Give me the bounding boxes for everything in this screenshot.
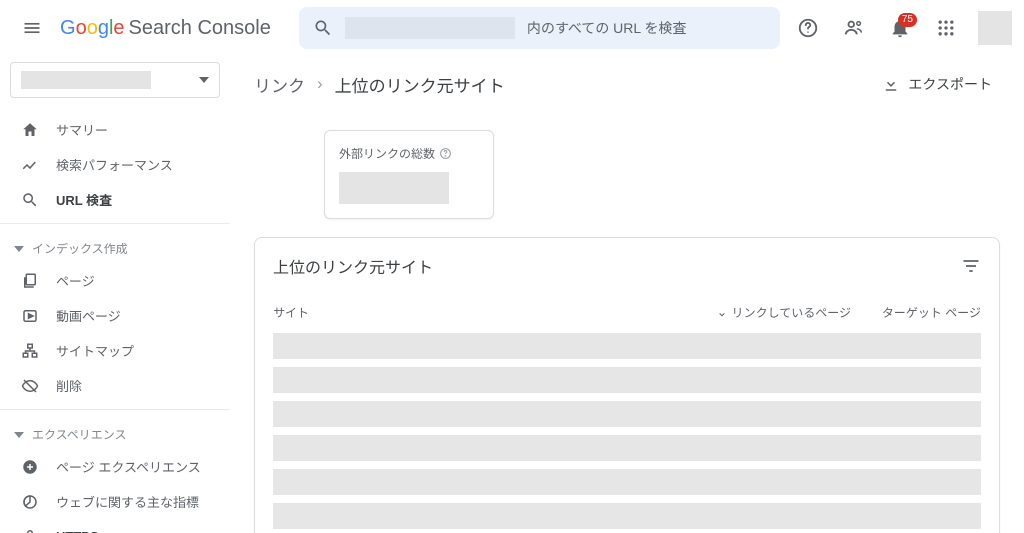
chevron-down-icon (199, 77, 209, 83)
sidebar-section-indexing[interactable]: インデックス作成 (0, 230, 230, 263)
breadcrumb: リンク › 上位のリンク元サイト (254, 72, 505, 97)
chevron-down-icon (14, 246, 24, 252)
users-button[interactable] (834, 8, 874, 48)
sidebar-item-pages[interactable]: ページ (0, 263, 222, 298)
sidebar-item-page-experience[interactable]: ページ エクスペリエンス (0, 449, 222, 484)
table-row[interactable] (273, 333, 981, 359)
breadcrumb-current: 上位のリンク元サイト (335, 72, 505, 97)
sidebar-item-removals[interactable]: 削除 (0, 368, 222, 403)
trend-icon (20, 156, 40, 174)
search-icon (313, 18, 333, 38)
sidebar-item-url-inspect[interactable]: URL 検査 (0, 182, 222, 217)
table-row[interactable] (273, 367, 981, 393)
app-header: Google Search Console 内のすべての URL を検査 75 (0, 0, 1024, 56)
stat-label: 外部リンクの総数 (339, 145, 479, 162)
table-row[interactable] (273, 435, 981, 461)
sidebar-item-https[interactable]: HTTPS (0, 519, 222, 533)
table-title: 上位のリンク元サイト (273, 254, 433, 278)
download-icon (882, 75, 900, 93)
sidebar-item-label: HTTPS (56, 529, 99, 533)
product-name: Search Console (129, 17, 271, 40)
breadcrumb-root[interactable]: リンク (254, 72, 305, 97)
gauge-icon (20, 493, 40, 511)
table-row[interactable] (273, 469, 981, 495)
section-label: インデックス作成 (32, 240, 128, 257)
lock-icon (20, 527, 40, 533)
export-button[interactable]: エクスポート (874, 68, 1000, 100)
sidebar: サマリー 検索パフォーマンス URL 検査 インデックス作成 ページ 動画ページ… (0, 56, 230, 533)
apps-grid-icon (936, 18, 956, 38)
header-actions: 75 (788, 8, 1012, 48)
help-icon (797, 17, 819, 39)
sidebar-item-label: ページ (56, 271, 95, 290)
table-rows (273, 333, 981, 533)
eye-off-icon (20, 377, 40, 395)
stat-value-redacted (339, 172, 449, 204)
chevron-down-icon (14, 432, 24, 438)
sitemap-icon (20, 342, 40, 360)
column-headers: サイト リンクしているページ ターゲット ページ (273, 296, 981, 333)
notification-badge: 75 (898, 13, 917, 27)
sidebar-item-core-web-vitals[interactable]: ウェブに関する主な指標 (0, 484, 222, 519)
sidebar-section-experience[interactable]: エクスペリエンス (0, 416, 230, 449)
search-property-redacted (345, 17, 515, 39)
top-linking-sites-table: 上位のリンク元サイト サイト リンクしているページ ターゲット ページ (254, 237, 1000, 533)
search-placeholder: 内のすべての URL を検査 (527, 18, 687, 38)
video-icon (20, 307, 40, 325)
chevron-right-icon: › (317, 74, 323, 94)
plus-circle-icon (20, 458, 40, 476)
notifications-button[interactable]: 75 (880, 8, 920, 48)
property-name-redacted (21, 71, 151, 89)
hamburger-menu-button[interactable] (12, 8, 52, 48)
filter-icon (961, 256, 981, 276)
apps-button[interactable] (926, 8, 966, 48)
breadcrumb-row: リンク › 上位のリンク元サイト エクスポート (254, 56, 1000, 112)
main-content: リンク › 上位のリンク元サイト エクスポート 外部リンクの総数 上位のリンク元… (230, 56, 1024, 533)
property-selector[interactable] (10, 62, 220, 98)
sidebar-item-label: URL 検査 (56, 190, 112, 209)
filter-button[interactable] (961, 256, 981, 276)
column-linking-pages[interactable]: リンクしているページ (691, 304, 851, 321)
search-icon (20, 191, 40, 209)
arrow-down-icon (716, 307, 728, 319)
menu-icon (22, 18, 42, 38)
product-logo[interactable]: Google Search Console (60, 17, 271, 40)
sidebar-item-video-pages[interactable]: 動画ページ (0, 298, 222, 333)
google-logo: Google (60, 17, 125, 40)
users-icon (843, 17, 865, 39)
account-avatar[interactable] (978, 11, 1012, 45)
sidebar-item-label: サマリー (56, 120, 108, 139)
sidebar-item-label: 削除 (56, 376, 82, 395)
sidebar-item-label: ウェブに関する主な指標 (56, 492, 199, 511)
sidebar-item-label: 検索パフォーマンス (56, 155, 173, 174)
sidebar-item-label: 動画ページ (56, 306, 121, 325)
export-label: エクスポート (908, 74, 992, 94)
column-site[interactable]: サイト (273, 304, 691, 321)
help-button[interactable] (788, 8, 828, 48)
column-target-pages[interactable]: ターゲット ページ (851, 304, 981, 321)
table-row[interactable] (273, 401, 981, 427)
divider (0, 409, 230, 410)
sidebar-item-sitemaps[interactable]: サイトマップ (0, 333, 222, 368)
sidebar-item-label: ページ エクスペリエンス (56, 457, 201, 476)
table-header: 上位のリンク元サイト (273, 254, 981, 278)
sidebar-item-label: サイトマップ (56, 341, 134, 360)
sidebar-item-performance[interactable]: 検索パフォーマンス (0, 147, 222, 182)
pages-icon (20, 272, 40, 290)
section-label: エクスペリエンス (32, 426, 127, 443)
home-icon (20, 121, 40, 139)
external-links-stat-card: 外部リンクの総数 (324, 130, 494, 219)
table-row[interactable] (273, 503, 981, 529)
sidebar-item-summary[interactable]: サマリー (0, 112, 222, 147)
divider (0, 223, 230, 224)
info-icon[interactable] (439, 147, 452, 160)
search-bar[interactable]: 内のすべての URL を検査 (299, 7, 780, 49)
